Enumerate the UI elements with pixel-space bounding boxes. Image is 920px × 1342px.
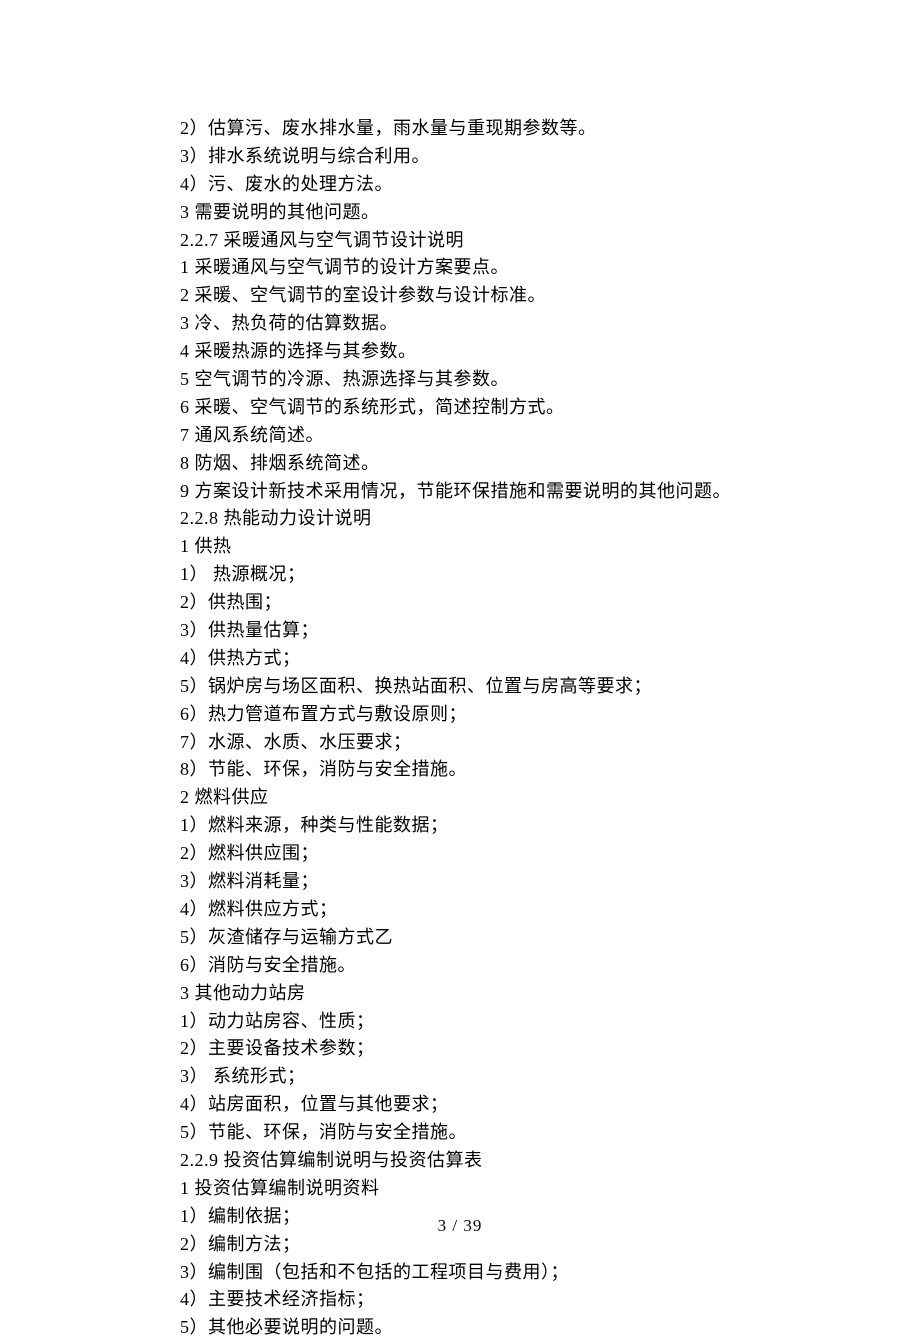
document-body: 2）估算污、废水排水量，雨水量与重现期参数等。 3）排水系统说明与综合利用。 4…: [0, 0, 920, 1342]
text-line: 5）灰渣储存与运输方式乙: [180, 924, 740, 952]
text-line: 1 采暖通风与空气调节的设计方案要点。: [180, 254, 740, 282]
text-line: 5 空气调节的冷源、热源选择与其参数。: [180, 366, 740, 394]
text-line: 3）燃料消耗量；: [180, 868, 740, 896]
text-line: 2 燃料供应: [180, 784, 740, 812]
text-line: 4）主要技术经济指标；: [180, 1286, 740, 1314]
text-line: 2）估算污、废水排水量，雨水量与重现期参数等。: [180, 115, 740, 143]
text-line: 1 投资估算编制说明资料: [180, 1175, 740, 1203]
text-line: 5）节能、环保，消防与安全措施。: [180, 1119, 740, 1147]
text-line: 3 需要说明的其他问题。: [180, 199, 740, 227]
text-line: 7 通风系统简述。: [180, 422, 740, 450]
text-line: 2）供热围；: [180, 589, 740, 617]
text-line: 1）燃料来源，种类与性能数据；: [180, 812, 740, 840]
text-line: 3）供热量估算；: [180, 617, 740, 645]
text-line: 1 供热: [180, 533, 740, 561]
text-line: 3） 系统形式；: [180, 1063, 740, 1091]
text-line: 9 方案设计新技术采用情况，节能环保措施和需要说明的其他问题。: [180, 478, 740, 506]
text-line: 8）节能、环保，消防与安全措施。: [180, 756, 740, 784]
page-number: 3 / 39: [0, 1213, 920, 1239]
text-line: 3 其他动力站房: [180, 980, 740, 1008]
text-line: 6）热力管道布置方式与敷设原则；: [180, 701, 740, 729]
text-line: 2）燃料供应围；: [180, 840, 740, 868]
text-line: 3）排水系统说明与综合利用。: [180, 143, 740, 171]
text-line: 2.2.9 投资估算编制说明与投资估算表: [180, 1147, 740, 1175]
text-line: 6）消防与安全措施。: [180, 952, 740, 980]
text-line: 2）主要设备技术参数；: [180, 1035, 740, 1063]
text-line: 2.2.8 热能动力设计说明: [180, 505, 740, 533]
text-line: 2.2.7 采暖通风与空气调节设计说明: [180, 227, 740, 255]
text-line: 4）供热方式；: [180, 645, 740, 673]
text-line: 2 采暖、空气调节的室设计参数与设计标准。: [180, 282, 740, 310]
text-line: 7）水源、水质、水压要求；: [180, 729, 740, 757]
text-line: 3 冷、热负荷的估算数据。: [180, 310, 740, 338]
text-line: 8 防烟、排烟系统简述。: [180, 450, 740, 478]
text-line: 1） 热源概况；: [180, 561, 740, 589]
text-line: 4 采暖热源的选择与其参数。: [180, 338, 740, 366]
text-line: 4）燃料供应方式；: [180, 896, 740, 924]
text-line: 1）动力站房容、性质；: [180, 1008, 740, 1036]
text-line: 4）污、废水的处理方法。: [180, 171, 740, 199]
text-line: 3）编制围（包括和不包括的工程项目与费用）；: [180, 1259, 740, 1287]
text-line: 5）锅炉房与场区面积、换热站面积、位置与房高等要求；: [180, 673, 740, 701]
text-line: 5）其他必要说明的问题。: [180, 1314, 740, 1342]
text-line: 6 采暖、空气调节的系统形式，简述控制方式。: [180, 394, 740, 422]
text-line: 4）站房面积，位置与其他要求；: [180, 1091, 740, 1119]
